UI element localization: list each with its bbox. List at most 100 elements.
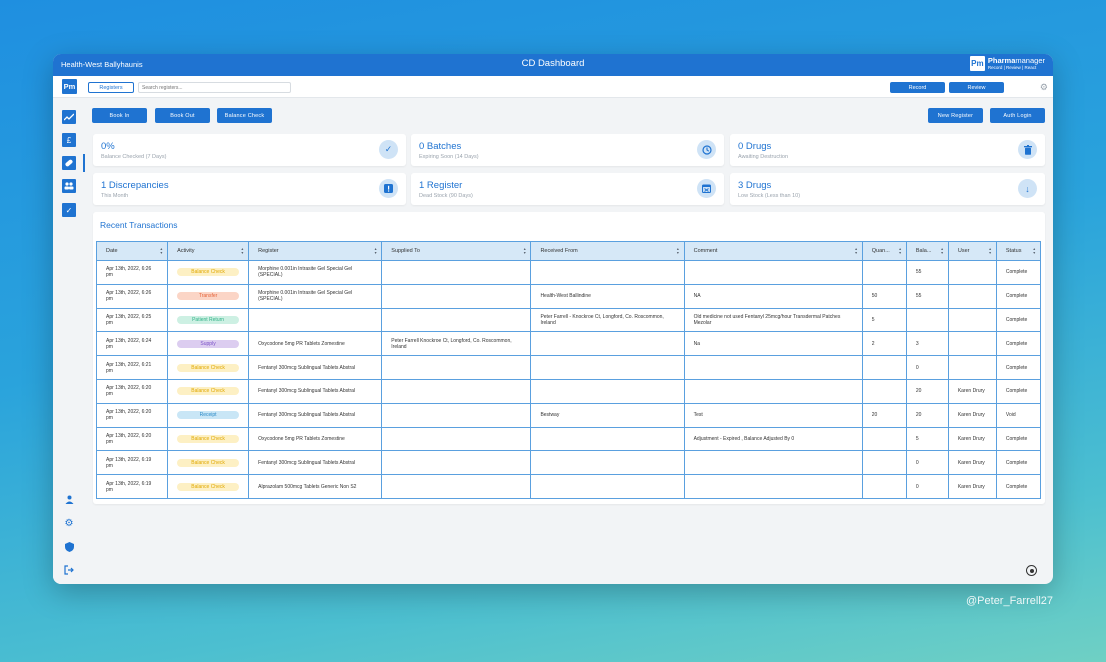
app-window: Health-West Ballyhaunis CD Dashboard Pm … [53, 54, 1053, 584]
cell-register: Alprazolam 500mcg Tablets Generic Non S2 [248, 474, 383, 499]
auth-login-button[interactable]: Auth Login [990, 108, 1045, 123]
stat-value: 3 Drugs [738, 180, 772, 191]
cell-received-from: Bestway [530, 402, 685, 428]
stat-card-awaiting-destruction[interactable]: 0 Drugs Awaiting Destruction [730, 134, 1045, 166]
book-out-button[interactable]: Book Out [155, 108, 210, 123]
cell-status: Complete [995, 307, 1042, 333]
cell-balance: 55 [905, 283, 949, 309]
cell-activity: Balance Check [167, 260, 250, 285]
sort-icon[interactable]: ▲ ▼ [374, 247, 377, 255]
table-row[interactable]: Apr 13th, 2022, 6:19 pm Balance Check Fent… [95, 450, 1042, 476]
cell-activity: Supply [167, 331, 250, 357]
stat-value: 1 Register [419, 180, 463, 191]
sort-icon[interactable]: ▲ ▼ [1033, 247, 1036, 255]
sort-icon[interactable]: ▲ ▼ [898, 247, 901, 255]
alert-icon [379, 179, 398, 198]
pill-icon[interactable] [62, 156, 76, 170]
logout-icon[interactable] [63, 564, 75, 576]
table-row[interactable]: Apr 13th, 2022, 6:25 pm Patient Return Pet… [95, 307, 1042, 333]
stat-card-discrepancies[interactable]: 1 Discrepancies This Month [93, 173, 406, 205]
column-header[interactable]: Comment ▲ ▼ [683, 241, 863, 261]
cell-balance: 3 [905, 331, 949, 357]
column-header[interactable]: Register ▲ ▼ [248, 241, 383, 261]
cell-status: Complete [995, 260, 1042, 285]
table-row[interactable]: Apr 13th, 2022, 6:19 pm Balance Check Alpr… [95, 474, 1042, 499]
title-bar: Health-West Ballyhaunis CD Dashboard Pm … [53, 54, 1053, 76]
target-settings-icon[interactable] [1026, 565, 1037, 576]
cell-comment: Test [683, 402, 863, 428]
column-header[interactable]: Quan... ▲ ▼ [861, 241, 907, 261]
transactions-table: Date ▲ ▼ Activity ▲ ▼ Register ▲ ▼ Supplied To ▲ ▼ R… [95, 241, 1042, 499]
app-logo[interactable]: Pm [62, 79, 77, 94]
shield-icon[interactable] [63, 541, 75, 553]
settings-icon[interactable]: ⚙ [63, 517, 75, 529]
cell-quantity: 2 [861, 331, 907, 357]
cell-date: Apr 13th, 2022, 6:25 pm [95, 307, 169, 333]
cell-quantity [861, 426, 907, 452]
column-header[interactable]: Status ▲ ▼ [995, 241, 1042, 261]
cell-balance: 0 [905, 355, 949, 380]
stat-card-dead-stock[interactable]: 1 Register Dead Stock (90 Days) [411, 173, 724, 205]
cell-comment: NA [683, 283, 863, 309]
stat-card-low-stock[interactable]: 3 Drugs Low Stock (Less than 10) ↓ [730, 173, 1045, 205]
gear-icon[interactable]: ⚙ [1040, 82, 1048, 92]
stat-card-balance-checked[interactable]: 0% Balance Checked (7 Days) ✓ [93, 134, 406, 166]
table-row[interactable]: Apr 13th, 2022, 6:20 pm Receipt Fentanyl 3… [95, 402, 1042, 428]
panel-title: Recent Transactions [100, 220, 178, 230]
column-header[interactable]: Bala... ▲ ▼ [905, 241, 949, 261]
cell-quantity: 50 [861, 283, 907, 309]
column-header-label: Status [1005, 248, 1022, 254]
table-row[interactable]: Apr 13th, 2022, 6:26 pm Balance Check Morp… [95, 260, 1042, 285]
table-row[interactable]: Apr 13th, 2022, 6:26 pm Transfer Morphine … [95, 283, 1042, 309]
column-header[interactable]: Date ▲ ▼ [95, 241, 169, 261]
table-row[interactable]: Apr 13th, 2022, 6:20 pm Balance Check Fent… [95, 378, 1042, 404]
cell-date: Apr 13th, 2022, 6:24 pm [95, 331, 169, 357]
cell-activity: Balance Check [167, 450, 250, 476]
column-header[interactable]: Activity ▲ ▼ [167, 241, 250, 261]
balance-check-button[interactable]: Balance Check [217, 108, 272, 123]
column-header[interactable]: Supplied To ▲ ▼ [381, 241, 532, 261]
cell-balance: 20 [905, 378, 949, 404]
book-in-button[interactable]: Book In [92, 108, 147, 123]
cell-date: Apr 13th, 2022, 6:20 pm [95, 426, 169, 452]
sort-icon[interactable]: ▲ ▼ [676, 247, 679, 255]
sort-icon[interactable]: ▲ ▼ [160, 247, 163, 255]
cell-user [947, 307, 997, 333]
sort-icon[interactable]: ▲ ▼ [241, 247, 244, 255]
registers-button[interactable]: Registers [88, 82, 134, 93]
cell-quantity: 20 [861, 402, 907, 428]
new-register-button[interactable]: New Register [928, 108, 983, 123]
column-header-label: User [957, 248, 970, 254]
check-icon[interactable]: ✓ [62, 203, 76, 217]
table-row[interactable]: Apr 13th, 2022, 6:21 pm Balance Check Fent… [95, 355, 1042, 380]
table-row[interactable]: Apr 13th, 2022, 6:20 pm Balance Check Oxyc… [95, 426, 1042, 452]
search-input[interactable] [138, 82, 291, 93]
stat-card-expiring-batches[interactable]: 0 Batches Expiring Soon (14 Days) [411, 134, 724, 166]
record-button[interactable]: Record [890, 82, 945, 93]
cell-user [947, 355, 997, 380]
trend-icon[interactable] [62, 110, 76, 124]
cell-received-from [530, 378, 685, 404]
review-button[interactable]: Review [949, 82, 1004, 93]
column-header[interactable]: User ▲ ▼ [947, 241, 997, 261]
sort-icon[interactable]: ▲ ▼ [854, 247, 857, 255]
cell-supplied-to [381, 474, 532, 499]
cell-register: Morphine 0.001in Intrasite Gel Special G… [248, 283, 383, 309]
table-row[interactable]: Apr 13th, 2022, 6:24 pm Supply Oxycodone 5… [95, 331, 1042, 357]
user-icon[interactable] [63, 493, 75, 505]
cell-activity: Receipt [167, 402, 250, 428]
pound-icon[interactable]: £ [62, 133, 76, 147]
cell-received-from: Peter Farrell - Knockroe Ct, Longford, C… [530, 307, 685, 333]
trash-icon [1018, 140, 1037, 159]
cell-date: Apr 13th, 2022, 6:26 pm [95, 283, 169, 309]
stat-label: Expiring Soon (14 Days) [419, 154, 479, 160]
cell-quantity [861, 378, 907, 404]
cell-received-from [530, 474, 685, 499]
sort-icon[interactable]: ▲ ▼ [940, 247, 943, 255]
stat-label: Awaiting Destruction [738, 154, 789, 160]
sort-icon[interactable]: ▲ ▼ [523, 247, 526, 255]
group-icon[interactable] [62, 179, 76, 193]
column-header[interactable]: Received From ▲ ▼ [530, 241, 685, 261]
sort-icon[interactable]: ▲ ▼ [988, 247, 991, 255]
cell-quantity [861, 474, 907, 499]
